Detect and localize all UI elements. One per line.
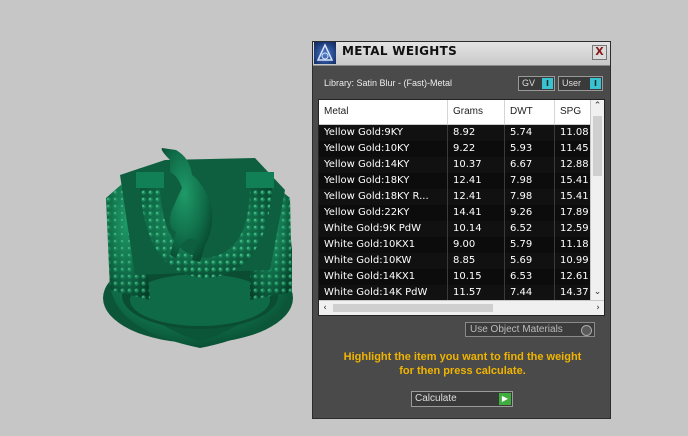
table-cell: 11.57 xyxy=(448,285,505,301)
table-cell: 7.98 xyxy=(505,173,555,189)
use-object-materials-label: Use Object Materials xyxy=(470,324,563,335)
metal-table[interactable]: Metal Grams DWT SPG Yellow Gold:9KY 8.92 5… xyxy=(318,99,605,316)
scroll-left-icon[interactable]: ‹ xyxy=(319,301,331,315)
library-label: Library: Satin Blur - (Fast)-Metal xyxy=(324,78,453,88)
toggle-icon: I xyxy=(590,78,601,89)
table-cell: 5.69 xyxy=(505,253,555,269)
table-row[interactable]: Yellow Gold:22KY 14.41 9.26 17.89 xyxy=(319,205,595,221)
table-cell: 5.93 xyxy=(505,141,555,157)
table-cell: Yellow Gold:14KY xyxy=(319,157,448,173)
scroll-right-icon[interactable]: › xyxy=(592,301,604,315)
column-header-spg[interactable]: SPG xyxy=(555,100,595,124)
vertical-scroll-thumb[interactable] xyxy=(593,116,602,176)
table-row[interactable]: White Gold:14K PdW 11.57 7.44 14.37 xyxy=(319,285,595,301)
table-cell: 12.61 xyxy=(555,269,595,285)
table-cell: Yellow Gold:10KY xyxy=(319,141,448,157)
metal-weights-panel: METAL WEIGHTS X Library: Satin Blur - (F… xyxy=(312,41,611,419)
table-cell: 10.15 xyxy=(448,269,505,285)
table-cell: 12.41 xyxy=(448,173,505,189)
table-cell: White Gold:10KX1 xyxy=(319,237,448,253)
column-header-dwt[interactable]: DWT xyxy=(505,100,555,124)
table-cell: 17.89 xyxy=(555,205,595,221)
table-cell: 11.45 xyxy=(555,141,595,157)
table-cell: 8.85 xyxy=(448,253,505,269)
column-header-metal[interactable]: Metal xyxy=(319,100,448,124)
instruction-line-1: Highlight the item you want to find the … xyxy=(343,351,582,363)
table-row[interactable]: Yellow Gold:18KY 12.41 7.98 15.41 xyxy=(319,173,595,189)
table-cell: 7.44 xyxy=(505,285,555,301)
vertical-scrollbar[interactable]: ⌃ ⌄ xyxy=(590,100,604,300)
column-header-grams[interactable]: Grams xyxy=(448,100,505,124)
table-cell: Yellow Gold:22KY xyxy=(319,205,448,221)
table-cell: Yellow Gold:9KY xyxy=(319,125,448,141)
scroll-up-icon[interactable]: ⌃ xyxy=(591,100,604,112)
table-cell: 10.14 xyxy=(448,221,505,237)
table-cell: 6.52 xyxy=(505,221,555,237)
table-cell: 6.53 xyxy=(505,269,555,285)
table-cell: 12.41 xyxy=(448,189,505,205)
table-cell: 6.67 xyxy=(505,157,555,173)
table-cell: 9.00 xyxy=(448,237,505,253)
table-cell: 14.41 xyxy=(448,205,505,221)
horizontal-scroll-thumb[interactable] xyxy=(333,304,493,312)
table-cell: 12.88 xyxy=(555,157,595,173)
calculate-button[interactable]: Calculate ▶ xyxy=(411,391,513,407)
table-cell: 10.99 xyxy=(555,253,595,269)
table-cell: White Gold:14KX1 xyxy=(319,269,448,285)
table-cell: White Gold:9K PdW xyxy=(319,221,448,237)
table-body: Yellow Gold:9KY 8.92 5.74 11.08 Yellow Gold:… xyxy=(319,125,595,301)
toggle-icon: I xyxy=(542,78,553,89)
table-cell: 9.26 xyxy=(505,205,555,221)
window-title: METAL WEIGHTS xyxy=(342,44,458,58)
table-row[interactable]: White Gold:10KX1 9.00 5.79 11.18 xyxy=(319,237,595,253)
table-cell: Yellow Gold:18KY R... xyxy=(319,189,448,205)
table-cell: 5.74 xyxy=(505,125,555,141)
table-cell: 15.41 xyxy=(555,189,595,205)
radio-icon[interactable] xyxy=(581,325,592,336)
user-toggle[interactable]: User I xyxy=(558,76,603,91)
horizontal-scrollbar[interactable]: ‹ › xyxy=(319,300,604,315)
instruction-line-2: for then press calculate. xyxy=(399,365,526,377)
table-cell: 9.22 xyxy=(448,141,505,157)
table-cell: 11.08 xyxy=(555,125,595,141)
table-row[interactable]: White Gold:14KX1 10.15 6.53 12.61 xyxy=(319,269,595,285)
play-icon: ▶ xyxy=(499,393,511,405)
use-object-materials-checkbox[interactable]: Use Object Materials xyxy=(465,322,595,337)
table-cell: 12.59 xyxy=(555,221,595,237)
table-cell: 11.18 xyxy=(555,237,595,253)
app-logo-icon xyxy=(314,42,336,64)
table-row[interactable]: Yellow Gold:14KY 10.37 6.67 12.88 xyxy=(319,157,595,173)
gv-toggle-label: GV xyxy=(522,78,536,88)
titlebar[interactable]: METAL WEIGHTS X xyxy=(313,42,610,66)
ring-model[interactable] xyxy=(0,0,310,436)
table-cell: 15.41 xyxy=(555,173,595,189)
scroll-down-icon[interactable]: ⌄ xyxy=(591,286,604,298)
table-cell: 7.98 xyxy=(505,189,555,205)
table-row[interactable]: White Gold:10KW 8.85 5.69 10.99 xyxy=(319,253,595,269)
user-toggle-label: User xyxy=(562,78,582,88)
table-row[interactable]: Yellow Gold:10KY 9.22 5.93 11.45 xyxy=(319,141,595,157)
close-button[interactable]: X xyxy=(592,45,607,60)
table-row[interactable]: Yellow Gold:9KY 8.92 5.74 11.08 xyxy=(319,125,595,141)
table-cell: 5.79 xyxy=(505,237,555,253)
instruction-text: Highlight the item you want to find the … xyxy=(323,350,602,378)
calculate-label: Calculate xyxy=(415,393,457,404)
table-row[interactable]: Yellow Gold:18KY R... 12.41 7.98 15.41 xyxy=(319,189,595,205)
gv-toggle[interactable]: GV I xyxy=(518,76,555,91)
table-cell: White Gold:10KW xyxy=(319,253,448,269)
table-cell: 14.37 xyxy=(555,285,595,301)
table-cell: 10.37 xyxy=(448,157,505,173)
table-cell: White Gold:14K PdW xyxy=(319,285,448,301)
table-row[interactable]: White Gold:9K PdW 10.14 6.52 12.59 xyxy=(319,221,595,237)
table-header: Metal Grams DWT SPG xyxy=(319,100,595,125)
table-cell: Yellow Gold:18KY xyxy=(319,173,448,189)
table-cell: 8.92 xyxy=(448,125,505,141)
